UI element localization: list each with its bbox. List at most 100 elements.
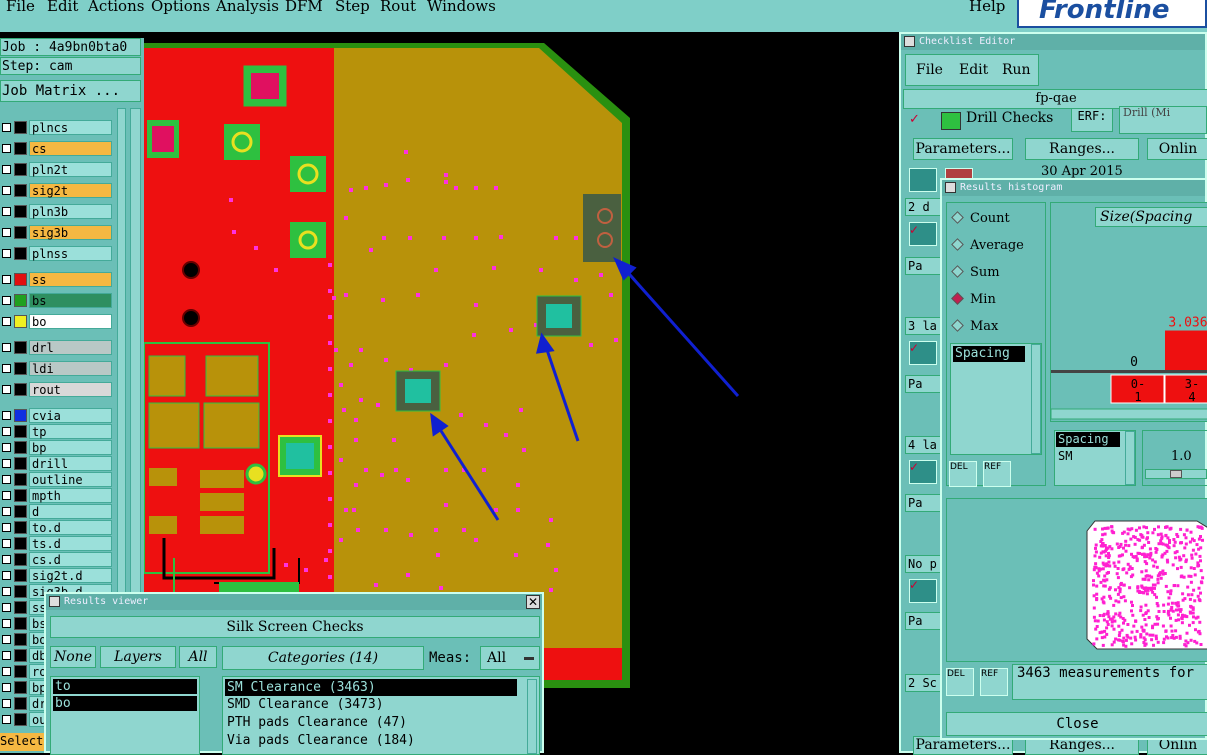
layer-name[interactable]: ss bbox=[29, 272, 112, 287]
slider-track[interactable] bbox=[1145, 469, 1207, 479]
layer-color-swatch[interactable] bbox=[14, 457, 27, 470]
menu-help[interactable]: Help bbox=[969, 0, 1005, 15]
selection-scrollbar[interactable] bbox=[1125, 431, 1135, 485]
layer-checkbox[interactable] bbox=[2, 507, 11, 516]
layer-color-swatch[interactable] bbox=[14, 341, 27, 354]
radio-icon[interactable] bbox=[951, 238, 964, 251]
layer-color-swatch[interactable] bbox=[14, 537, 27, 550]
checklist-row-label[interactable]: 2 Sc bbox=[905, 674, 941, 692]
menu-options[interactable]: Options bbox=[151, 0, 210, 15]
layer-color-swatch[interactable] bbox=[14, 163, 27, 176]
checklist-row-label[interactable]: 2 d bbox=[905, 198, 941, 216]
layer-checkbox[interactable] bbox=[2, 651, 11, 660]
category-item[interactable]: Via pads Clearance (184) bbox=[225, 732, 537, 750]
close-button[interactable]: Close bbox=[946, 712, 1207, 736]
layer-checkbox[interactable] bbox=[2, 715, 11, 724]
layer-color-swatch[interactable] bbox=[14, 315, 27, 328]
map-preview[interactable] bbox=[946, 498, 1207, 662]
layer-color-swatch[interactable] bbox=[14, 617, 27, 630]
ref-button[interactable]: REF bbox=[983, 461, 1011, 487]
menu-dfm[interactable]: DFM bbox=[285, 0, 323, 15]
option-max[interactable]: Max bbox=[951, 319, 998, 334]
option-min[interactable]: Min bbox=[951, 292, 996, 307]
checklist-menu-edit[interactable]: Edit bbox=[959, 62, 988, 78]
checklist-check-icon[interactable]: ✓ bbox=[909, 460, 919, 474]
checklist-menu-file[interactable]: File bbox=[916, 62, 943, 78]
window-menu-icon[interactable] bbox=[49, 596, 60, 607]
layer-name[interactable]: plncs bbox=[29, 120, 112, 135]
layer-name[interactable]: pln2t bbox=[29, 162, 112, 177]
layer-color-swatch[interactable] bbox=[14, 294, 27, 307]
online-button[interactable]: Onlin bbox=[1147, 138, 1207, 160]
layer-checkbox[interactable] bbox=[2, 571, 11, 580]
menu-step[interactable]: Step bbox=[335, 0, 370, 15]
layer-checkbox[interactable] bbox=[2, 619, 11, 628]
layer-name[interactable]: pln3b bbox=[29, 204, 112, 219]
selection-item[interactable]: Spacing bbox=[1056, 432, 1120, 447]
layer-color-swatch[interactable] bbox=[14, 425, 27, 438]
radio-icon[interactable] bbox=[951, 292, 964, 305]
checklist-row-label[interactable]: 4 la bbox=[905, 436, 941, 454]
layer-name[interactable]: ts.d bbox=[29, 536, 112, 551]
category-list[interactable]: SM Clearance (3463) SMD Clearance (3473)… bbox=[222, 676, 540, 755]
menu-file[interactable]: File bbox=[6, 0, 35, 15]
checklist-check-icon[interactable]: ✓ bbox=[909, 341, 919, 355]
layer-checkbox[interactable] bbox=[2, 427, 11, 436]
list-item[interactable]: to bbox=[53, 679, 197, 694]
layer-name[interactable]: ldi bbox=[29, 361, 112, 376]
ranges-button[interactable]: Ranges... bbox=[1025, 138, 1139, 160]
layer-name[interactable]: to.d bbox=[29, 520, 112, 535]
menu-rout[interactable]: Rout bbox=[380, 0, 416, 15]
layer-name[interactable]: cvia bbox=[29, 408, 112, 423]
layer-checkbox[interactable] bbox=[2, 296, 11, 305]
category-scrollbar[interactable] bbox=[527, 679, 537, 754]
layer-checkbox[interactable] bbox=[2, 207, 11, 216]
checklist-row-label[interactable]: No p bbox=[905, 555, 941, 573]
layer-checkbox[interactable] bbox=[2, 667, 11, 676]
category-item[interactable]: SMD Clearance (3473) bbox=[225, 696, 537, 714]
menu-analysis[interactable]: Analysis bbox=[216, 0, 279, 15]
layer-checkbox[interactable] bbox=[2, 475, 11, 484]
layer-checkbox[interactable] bbox=[2, 411, 11, 420]
metric-list[interactable]: Spacing bbox=[950, 343, 1042, 455]
layer-name[interactable]: sig2t.d bbox=[29, 568, 112, 583]
layer-color-swatch[interactable] bbox=[14, 247, 27, 260]
layer-checkbox[interactable] bbox=[2, 459, 11, 468]
layer-color-swatch[interactable] bbox=[14, 142, 27, 155]
layer-color-swatch[interactable] bbox=[14, 713, 27, 726]
metric-item[interactable]: Spacing bbox=[953, 346, 1025, 362]
selection-item[interactable]: SM bbox=[1055, 448, 1135, 464]
layer-color-swatch[interactable] bbox=[14, 226, 27, 239]
layer-color-swatch[interactable] bbox=[14, 383, 27, 396]
meas-select[interactable]: All bbox=[480, 646, 540, 670]
layer-color-swatch[interactable] bbox=[14, 553, 27, 566]
layer-color-swatch[interactable] bbox=[14, 409, 27, 422]
layer-name[interactable]: mpth bbox=[29, 488, 112, 503]
layer-checkbox[interactable] bbox=[2, 603, 11, 612]
radio-icon[interactable] bbox=[951, 319, 964, 332]
layer-name[interactable]: plnss bbox=[29, 246, 112, 261]
layer-name[interactable]: bp bbox=[29, 440, 112, 455]
layers-button[interactable]: Layers bbox=[100, 646, 176, 668]
layer-color-swatch[interactable] bbox=[14, 633, 27, 646]
categories-button[interactable]: Categories (14) bbox=[222, 646, 424, 670]
category-item[interactable]: PTH pads Clearance (47) bbox=[225, 714, 537, 732]
option-count[interactable]: Count bbox=[951, 211, 1010, 226]
checklist-row-label[interactable]: Pa bbox=[905, 257, 941, 275]
layer-color-swatch[interactable] bbox=[14, 205, 27, 218]
layer-color-swatch[interactable] bbox=[14, 121, 27, 134]
layer-name[interactable]: drl bbox=[29, 340, 112, 355]
category-item-selected[interactable]: SM Clearance (3463) bbox=[225, 679, 517, 696]
layer-color-swatch[interactable] bbox=[14, 585, 27, 598]
layer-color-swatch[interactable] bbox=[14, 697, 27, 710]
layer-color-swatch[interactable] bbox=[14, 273, 27, 286]
checklist-row-label[interactable]: Pa bbox=[905, 494, 941, 512]
checklist-menu-run[interactable]: Run bbox=[1002, 62, 1031, 78]
metric-scrollbar[interactable] bbox=[1031, 344, 1041, 454]
layer-checkbox[interactable] bbox=[2, 699, 11, 708]
layer-color-swatch[interactable] bbox=[14, 184, 27, 197]
del-button[interactable]: DEL bbox=[949, 461, 977, 487]
all-button[interactable]: All bbox=[179, 646, 217, 668]
layer-checkbox[interactable] bbox=[2, 523, 11, 532]
layer-color-swatch[interactable] bbox=[14, 441, 27, 454]
